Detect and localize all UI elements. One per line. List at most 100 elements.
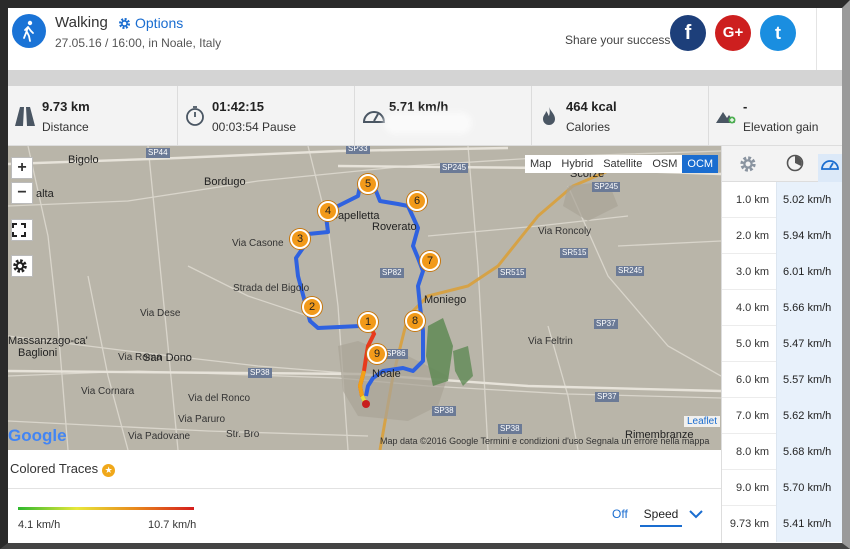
gear-icon xyxy=(13,259,27,273)
place-label: Via Padovane xyxy=(128,431,191,442)
road-tag: SP38 xyxy=(248,368,272,378)
split-distance: 9.0 km xyxy=(735,482,769,494)
colored-traces-heading: Colored Traces ★ xyxy=(10,461,116,477)
marker-label: 3 xyxy=(296,233,304,245)
route-map[interactable]: Bigolo Bordugo alta Capelletta Roverato … xyxy=(8,146,721,450)
route-marker[interactable]: 3 xyxy=(290,229,310,249)
stat-value: 9.73 km xyxy=(42,99,90,114)
map-type-osm[interactable]: OSM xyxy=(647,155,682,173)
split-speed: 5.62 km/h xyxy=(776,398,842,434)
route-marker[interactable]: 9 xyxy=(367,344,387,364)
table-row: 6.0 km 5.57 km/h xyxy=(722,362,842,398)
table-row: 8.0 km 5.68 km/h xyxy=(722,434,842,470)
marker-label: 8 xyxy=(411,315,419,327)
traces-mode-select[interactable]: Speed xyxy=(640,507,682,527)
road-tag: SP86 xyxy=(384,349,408,359)
place-label: Baglioni xyxy=(18,347,58,359)
split-distance: 6.0 km xyxy=(735,374,769,386)
stat-duration: 01:42:15 00:03:54 Pause xyxy=(178,86,355,146)
route-marker[interactable]: 8 xyxy=(405,311,425,331)
split-speed: 5.68 km/h xyxy=(776,434,842,470)
split-distance: 5.0 km xyxy=(735,338,769,350)
route-marker[interactable]: 7 xyxy=(420,251,440,271)
place-label: Via Cornara xyxy=(81,386,135,397)
stats-bar: 9.73 km Distance 01:42:15 00:03:54 Pause… xyxy=(8,86,842,146)
app-frame: Walking Options 27.05.16 / 16:00, in Noa… xyxy=(0,0,850,549)
speedometer-icon xyxy=(361,105,387,127)
gear-icon[interactable] xyxy=(739,155,757,178)
split-distance: 2.0 km xyxy=(735,230,769,242)
road-tag: SP82 xyxy=(380,268,404,278)
table-row: 9.73 km 5.41 km/h xyxy=(722,506,842,542)
google-plus-icon: G+ xyxy=(722,24,744,41)
options-link[interactable]: Options xyxy=(118,15,183,33)
stat-value: 5.71 km/h xyxy=(389,99,449,114)
stat-calories: 464 kcal Calories xyxy=(532,86,709,146)
chevron-down-icon[interactable] xyxy=(689,506,703,522)
blurred-area xyxy=(388,116,468,130)
zoom-out-button[interactable]: − xyxy=(11,182,33,204)
splits-table-header xyxy=(722,146,842,182)
speed-column-tab[interactable] xyxy=(818,154,842,182)
twitter-icon: t xyxy=(775,23,781,43)
route-marker[interactable]: 2 xyxy=(302,297,322,317)
stat-label: Elevation gain xyxy=(743,120,819,134)
zoom-in-button[interactable]: + xyxy=(11,157,33,179)
colored-traces-title: Colored Traces xyxy=(10,461,99,476)
options-label: Options xyxy=(135,15,184,31)
marker-label: 9 xyxy=(373,348,381,360)
map-type-ocm[interactable]: OCM xyxy=(682,155,719,173)
stopwatch-icon xyxy=(184,105,206,127)
split-speed: 5.02 km/h xyxy=(776,182,842,218)
header-divider xyxy=(8,70,842,86)
map-type-satellite[interactable]: Satellite xyxy=(598,155,647,173)
map-settings-button[interactable] xyxy=(11,255,33,277)
split-speed: 5.41 km/h xyxy=(776,506,842,542)
split-distance: 4.0 km xyxy=(735,302,769,314)
gradient-min-label: 4.1 km/h xyxy=(18,519,61,531)
split-speed: 5.57 km/h xyxy=(776,362,842,398)
speed-gradient-legend xyxy=(18,507,194,510)
splits-table: 1.0 km 5.02 km/h 2.0 km 5.94 km/h 3.0 km 6.… xyxy=(721,146,842,543)
route-marker[interactable]: 5 xyxy=(358,174,378,194)
marker-label: 5 xyxy=(364,178,372,190)
marker-label: 4 xyxy=(324,205,332,217)
google-logo: Google xyxy=(8,426,67,445)
activity-title: Walking xyxy=(55,14,108,31)
facebook-icon: f xyxy=(684,22,692,44)
stat-value: - xyxy=(743,99,748,114)
place-label: Strada del Bigolo xyxy=(233,283,310,294)
road-tag: SR515 xyxy=(560,248,589,258)
traces-off-option[interactable]: Off xyxy=(612,507,628,521)
place-label: Noale xyxy=(372,368,401,380)
leaflet-link[interactable]: Leaflet xyxy=(684,416,721,427)
road-tag: SP38 xyxy=(498,424,522,434)
route-marker[interactable]: 1 xyxy=(358,312,378,332)
map-copyright[interactable]: Map data ©2016 Google Termini e condizio… xyxy=(380,436,709,446)
google-plus-share-button[interactable]: G+ xyxy=(715,15,751,51)
road-tag: SP44 xyxy=(146,148,170,158)
stat-label: 00:03:54 Pause xyxy=(212,120,297,134)
road-tag: SR515 xyxy=(498,268,527,278)
facebook-share-button[interactable]: f xyxy=(670,15,706,51)
road-tag: SP38 xyxy=(432,406,456,416)
star-icon: ★ xyxy=(102,464,116,477)
stat-label: Distance xyxy=(42,120,89,134)
map-type-map[interactable]: Map xyxy=(525,155,556,173)
split-speed: 5.66 km/h xyxy=(776,290,842,326)
place-label: Via Casone xyxy=(232,238,284,249)
share-text: Share your success xyxy=(565,33,671,47)
place-label: Via Dese xyxy=(140,308,181,319)
marker-label: 2 xyxy=(308,301,316,313)
place-label: Roverato xyxy=(372,221,417,233)
twitter-share-button[interactable]: t xyxy=(760,15,796,51)
route-marker[interactable]: 6 xyxy=(407,191,427,211)
route-marker[interactable]: 4 xyxy=(318,201,338,221)
map-type-hybrid[interactable]: Hybrid xyxy=(556,155,598,173)
fullscreen-button[interactable] xyxy=(11,219,33,241)
road-icon xyxy=(14,105,36,127)
fullscreen-icon xyxy=(12,223,26,237)
pace-chart-icon[interactable] xyxy=(786,154,804,177)
colored-traces-panel: Colored Traces ★ 4.1 km/h 10.7 km/h Off S… xyxy=(8,450,721,543)
flame-icon xyxy=(538,105,560,127)
